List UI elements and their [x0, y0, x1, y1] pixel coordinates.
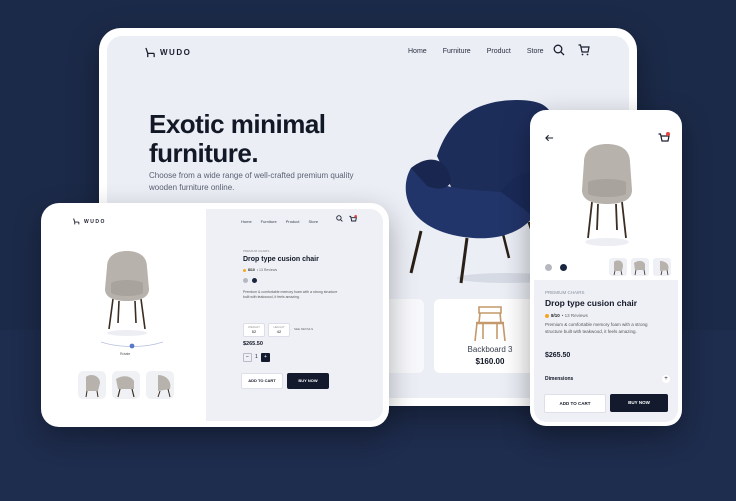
- spec-height: HEIGHT 42: [268, 323, 290, 337]
- qty-plus-button[interactable]: +: [261, 353, 270, 362]
- product-description: Premium & comfortable memory foam with a…: [243, 290, 338, 299]
- logo-text: WUDO: [160, 48, 192, 57]
- rotate-label: Rotate: [120, 352, 131, 356]
- star-icon: [243, 268, 246, 272]
- cart-badge: [354, 215, 357, 218]
- phone-screen: PREMIUM CHAIRS Drop type cusion chair 8/…: [534, 114, 678, 422]
- product-title: Drop type cusion chair: [243, 256, 319, 263]
- nav-links-small: Home Furniture Product Store: [241, 219, 318, 224]
- nav-store[interactable]: Store: [527, 48, 544, 55]
- product-tablet-screen: WUDO Rotate Home Furniture Product Store…: [47, 209, 383, 421]
- thumbnail-chair-icon: [116, 376, 135, 398]
- thumbnail-1[interactable]: [609, 258, 627, 276]
- color-swatch-grey[interactable]: [545, 264, 552, 271]
- spec-value: 52: [251, 329, 257, 334]
- dimensions-toggle[interactable]: +: [662, 375, 670, 383]
- product-chair-image: [105, 251, 149, 336]
- rating-value: 8/10: [551, 313, 560, 318]
- nav-product[interactable]: Product: [286, 219, 300, 224]
- nav-home[interactable]: Home: [408, 48, 427, 55]
- buy-now-button[interactable]: BUY NOW: [610, 394, 668, 412]
- thumbnail-2[interactable]: [112, 371, 140, 399]
- product-description: Premium & comfortable memory foam with a…: [545, 322, 648, 334]
- thumbnail-chair-icon: [613, 260, 623, 276]
- cart-badge: [666, 132, 670, 136]
- product-price: $265.50: [545, 352, 571, 359]
- thumbnail-1[interactable]: [78, 371, 106, 399]
- spec-see-details[interactable]: SEE DETAILS: [294, 327, 313, 331]
- cart-icon[interactable]: [658, 132, 670, 144]
- star-icon: [545, 313, 549, 318]
- nav-links: Home Furniture Product Store: [408, 48, 544, 55]
- thumbnail-3[interactable]: [653, 258, 671, 276]
- nav-icons-small: [336, 215, 357, 223]
- hero-title-line1: Exotic minimal: [149, 109, 326, 139]
- logo-chair-icon: [73, 218, 80, 225]
- rating-value: 8/10: [248, 268, 255, 272]
- product-category: PREMIUM CHAIRS: [243, 249, 270, 253]
- hero-title-line2: furniture.: [149, 137, 259, 168]
- rotate-arc-icon[interactable]: [99, 339, 165, 349]
- search-icon[interactable]: [553, 44, 565, 56]
- nav-product[interactable]: Product: [487, 48, 511, 55]
- cart-icon[interactable]: [349, 215, 357, 223]
- thumbnail-chair-icon: [660, 261, 669, 276]
- add-to-cart-button[interactable]: ADD TO CART: [241, 373, 283, 389]
- hero-title: Exotic minimal furniture.: [149, 110, 326, 167]
- phone-frame: PREMIUM CHAIRS Drop type cusion chair 8/…: [530, 110, 682, 426]
- dimensions-label[interactable]: Dimensions: [545, 376, 573, 382]
- color-swatch-navy[interactable]: [560, 264, 567, 271]
- nav-furniture[interactable]: Furniture: [261, 219, 277, 224]
- reviews-count[interactable]: • 13 Reviews: [257, 268, 277, 272]
- top-nav: WUDO Home Furniture Product Store: [107, 36, 629, 76]
- thumbnail-chair-icon: [634, 260, 646, 276]
- color-swatch-navy[interactable]: [252, 278, 257, 283]
- thumbnail-chair-icon: [85, 375, 100, 398]
- nav-furniture[interactable]: Furniture: [443, 48, 471, 55]
- product-details-panel: Home Furniture Product Store PREMIUM CHA…: [206, 209, 383, 421]
- color-swatch-grey[interactable]: [243, 278, 248, 283]
- product-tablet-frame: WUDO Rotate Home Furniture Product Store…: [41, 203, 389, 427]
- add-to-cart-button[interactable]: ADD TO CART: [544, 394, 606, 413]
- product-price: $265.50: [243, 341, 263, 347]
- phone-details-panel: PREMIUM CHAIRS Drop type cusion chair 8/…: [534, 280, 678, 422]
- qty-value[interactable]: 1: [255, 354, 258, 360]
- product-category: PREMIUM CHAIRS: [545, 290, 585, 295]
- buy-now-button[interactable]: BUY NOW: [287, 373, 329, 389]
- nav-store[interactable]: Store: [308, 219, 318, 224]
- cart-icon[interactable]: [578, 44, 590, 56]
- hero-subtitle: Choose from a wide range of well-crafted…: [149, 171, 354, 192]
- spec-value: 42: [276, 329, 282, 334]
- logo-chair-icon: [145, 47, 155, 58]
- thumbnail-2[interactable]: [631, 258, 649, 276]
- qty-minus-button[interactable]: −: [243, 353, 252, 362]
- search-icon[interactable]: [336, 215, 343, 222]
- thumbnail-3[interactable]: [146, 371, 174, 399]
- logo-small[interactable]: WUDO: [73, 218, 106, 225]
- logo[interactable]: WUDO: [145, 47, 191, 58]
- product-rating-row: 8/10 • 13 Reviews: [243, 268, 277, 272]
- reviews-count[interactable]: • 13 Reviews: [562, 313, 588, 318]
- back-arrow-icon[interactable]: [545, 134, 554, 142]
- product-rating-row: 8/10 • 13 Reviews: [545, 313, 588, 318]
- wooden-chair-image: [474, 306, 506, 342]
- nav-home[interactable]: Home: [241, 219, 252, 224]
- product-title: Drop type cusion chair: [545, 298, 638, 308]
- spec-weight: WEIGHT 52: [243, 323, 265, 337]
- phone-chair-image: [582, 144, 632, 246]
- nav-icons: [553, 44, 590, 56]
- logo-text: WUDO: [84, 218, 106, 225]
- thumbnail-chair-icon: [157, 375, 171, 398]
